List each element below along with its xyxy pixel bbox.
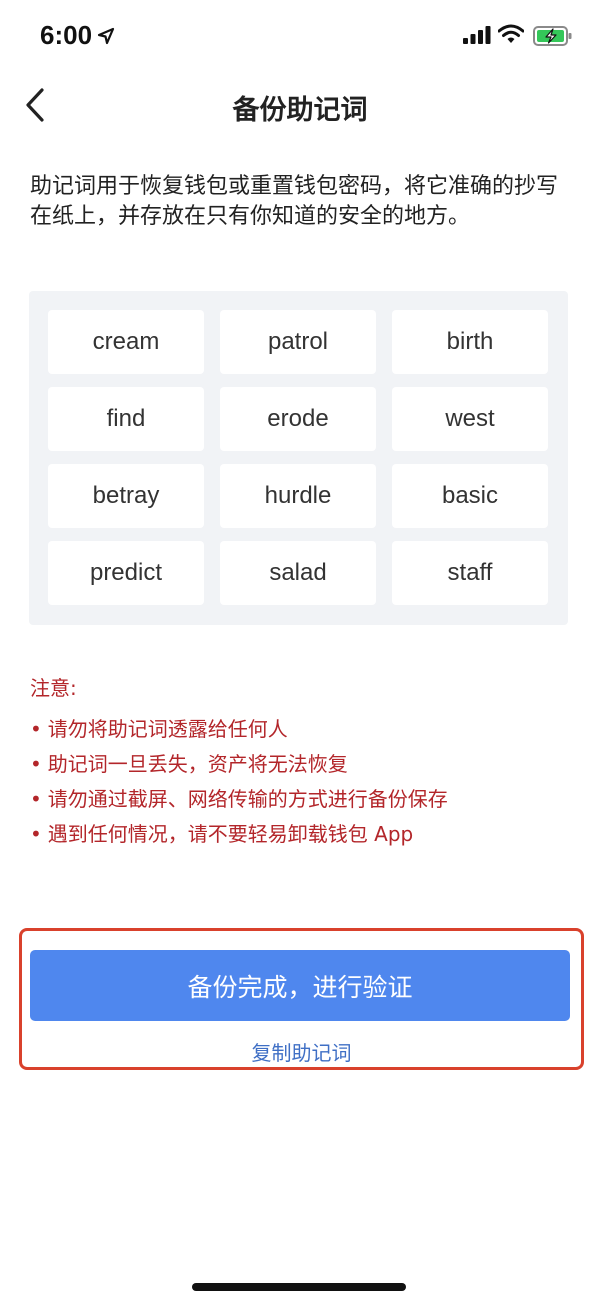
- cellular-signal-icon: [463, 26, 491, 44]
- mnemonic-word: predict: [48, 541, 204, 605]
- notice-list: 请勿将助记词透露给任何人 助记词一旦丢失，资产将无法恢复 请勿通过截屏、网络传输…: [30, 712, 575, 852]
- mnemonic-word: erode: [220, 387, 376, 451]
- mnemonic-grid: cream patrol birth find erode west betra…: [48, 310, 548, 605]
- mnemonic-word: birth: [392, 310, 548, 374]
- notice-item: 请勿通过截屏、网络传输的方式进行备份保存: [30, 782, 575, 817]
- mnemonic-word: find: [48, 387, 204, 451]
- status-time: 6:00: [40, 20, 93, 50]
- status-bar: 6:00: [0, 0, 600, 74]
- battery-charging-icon: [533, 26, 572, 46]
- mnemonic-word: salad: [220, 541, 376, 605]
- mnemonic-word: betray: [48, 464, 204, 528]
- action-area-highlight: 备份完成，进行验证 复制助记词: [19, 928, 584, 1070]
- backup-description: 助记词用于恢复钱包或重置钱包密码，将它准确的抄写在纸上，并存放在只有你知道的安全…: [30, 174, 559, 229]
- location-arrow-icon: [97, 27, 115, 45]
- mnemonic-word: basic: [392, 464, 548, 528]
- mnemonic-word: hurdle: [220, 464, 376, 528]
- notice-item: 请勿将助记词透露给任何人: [30, 712, 575, 747]
- mnemonic-word: patrol: [220, 310, 376, 374]
- backup-complete-verify-button[interactable]: 备份完成，进行验证: [30, 950, 570, 1021]
- warning-notice: 注意: 请勿将助记词透露给任何人 助记词一旦丢失，资产将无法恢复 请勿通过截屏、…: [30, 672, 575, 852]
- notice-item: 遇到任何情况，请不要轻易卸载钱包 App: [30, 817, 575, 852]
- mnemonic-panel: cream patrol birth find erode west betra…: [29, 291, 568, 625]
- mnemonic-word: cream: [48, 310, 204, 374]
- notice-title: 注意:: [30, 676, 77, 700]
- home-indicator[interactable]: [192, 1283, 406, 1291]
- mnemonic-word: staff: [392, 541, 548, 605]
- mnemonic-word: west: [392, 387, 548, 451]
- notice-item: 助记词一旦丢失，资产将无法恢复: [30, 747, 575, 782]
- page-title: 备份助记词: [232, 95, 368, 126]
- copy-mnemonic-link[interactable]: 复制助记词: [22, 1037, 581, 1066]
- nav-bar: 备份助记词: [0, 74, 600, 136]
- wifi-icon: [498, 24, 524, 43]
